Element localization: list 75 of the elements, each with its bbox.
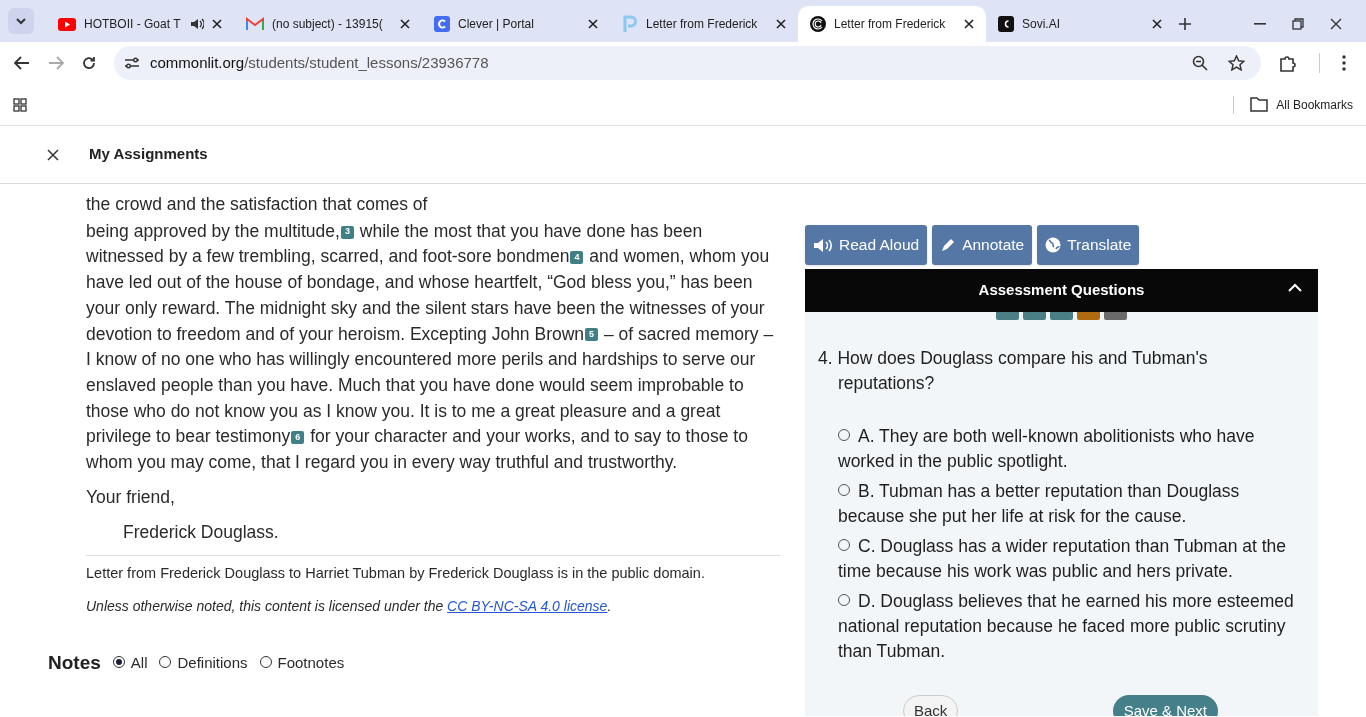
new-tab-icon[interactable] bbox=[1178, 17, 1192, 31]
tool-button[interactable]: Translate bbox=[1037, 225, 1140, 265]
footnote-badge[interactable]: 3 bbox=[340, 225, 354, 239]
footnote-badge[interactable]: 5 bbox=[585, 328, 599, 342]
letter-c-icon bbox=[434, 16, 450, 32]
browser-tab[interactable]: HOTBOII - Goat T bbox=[46, 6, 234, 42]
tab-title: Sovi.AI bbox=[1022, 16, 1061, 33]
passage-paragraph: being approved by the multitude, 3 while the most that you have done has been witnessed by a few trembling, scarred, and foot-sore bondmen 4 and women, whom you have led out of the house of bondage, and whose heartfelt, “God bless you,” has been your only reward. The midnight sky and the silent stars have been the witnesses of your devotion to freedom and of your heroism. Excepting John Brown 5 – of sacred memory – I know of no one who has willingly encountered more perils and hardships to serve our enslaved people than you have. Much that you have done would seem improbable to those who do not know you as I know you. It is to me a great pleasure and a great privilege to bear testimony 6 for your character and your works, and to say to those to whom you may come, that I regard you in every way truthful and trustworthy. bbox=[86, 219, 775, 475]
logo-icon bbox=[998, 16, 1014, 32]
answer-option[interactable]: D. Douglass believes that he earned his more esteemed national reputation because he faced more public scrutiny than Tubman. bbox=[838, 589, 1294, 664]
browser-tab[interactable]: Sovi.AI bbox=[986, 6, 1174, 42]
chevron-down-icon bbox=[16, 17, 26, 25]
close-icon[interactable] bbox=[1152, 19, 1162, 29]
question-text: 4. How does Douglass compare his and Tubman's reputations? bbox=[818, 347, 1209, 395]
letter-p-icon bbox=[622, 15, 638, 33]
url-text: commonlit.org/students/student_lessons/23936778 bbox=[150, 52, 489, 73]
license-text: Unless otherwise noted, this content is licensed under the CC BY-NC-SA 4.0 license. bbox=[86, 596, 613, 616]
folder-icon bbox=[1250, 97, 1269, 112]
apps-icon[interactable] bbox=[13, 97, 27, 112]
close-icon[interactable] bbox=[776, 19, 786, 29]
tool-button[interactable]: Read Aloud bbox=[805, 225, 928, 265]
license-link[interactable]: CC BY-NC-SA 4.0 license bbox=[447, 597, 608, 614]
star-icon[interactable] bbox=[1228, 55, 1245, 71]
footnote-badge[interactable]: 4 bbox=[570, 251, 584, 265]
passage-text: the crowd and the satisfaction that comes of bbox=[86, 193, 429, 216]
page-title: My Assignments bbox=[89, 144, 208, 165]
close-icon[interactable] bbox=[212, 19, 222, 29]
browser-tab[interactable]: Clever | Portal bbox=[422, 6, 610, 42]
tool-button[interactable]: Annotate bbox=[932, 225, 1033, 265]
mail-icon bbox=[246, 17, 264, 31]
browser-tab[interactable]: Letter from Frederick bbox=[610, 6, 798, 42]
close-icon[interactable] bbox=[588, 19, 598, 29]
minimize-icon[interactable] bbox=[1254, 23, 1266, 25]
restore-icon[interactable] bbox=[1292, 18, 1304, 30]
close-icon[interactable] bbox=[964, 19, 974, 29]
tab-title: Clever | Portal bbox=[458, 16, 535, 33]
speaker-icon[interactable] bbox=[190, 18, 204, 30]
zoom-out-icon[interactable] bbox=[1192, 55, 1208, 71]
pen-icon bbox=[940, 237, 957, 253]
footnote-badge[interactable]: 6 bbox=[291, 431, 305, 445]
notes-filter-radio[interactable]: All bbox=[112, 649, 148, 676]
notes-filter-radio[interactable]: Definitions bbox=[159, 649, 248, 676]
site-settings-icon[interactable] bbox=[124, 56, 140, 70]
answer-option[interactable]: A. They are both well-known abolitionists who have worked in the public spotlight. bbox=[838, 424, 1294, 474]
signature-text: Frederick Douglass. bbox=[122, 521, 280, 545]
notes-filter-radio[interactable]: Footnotes bbox=[259, 649, 345, 676]
back-button[interactable]: Back bbox=[903, 695, 959, 716]
save-next-button[interactable]: Save & Next bbox=[1112, 695, 1218, 716]
back-icon[interactable] bbox=[14, 56, 30, 70]
close-icon[interactable] bbox=[1330, 18, 1342, 30]
notes-heading: Notes bbox=[48, 650, 101, 675]
reload-icon[interactable] bbox=[82, 56, 96, 70]
close-icon[interactable] bbox=[400, 19, 410, 29]
close-icon[interactable] bbox=[47, 148, 59, 161]
closing-text: Your friend, bbox=[86, 485, 176, 509]
address-bar[interactable]: commonlit.org/students/student_lessons/23936778 bbox=[114, 46, 1261, 80]
attribution-text: Letter from Frederick Douglass to Harriet Tubman by Frederick Douglass is in the public domain. bbox=[86, 564, 706, 584]
answer-option[interactable]: C. Douglass has a wider reputation than Tubman at the time because his work was public and hers private. bbox=[838, 534, 1294, 584]
spiral-icon bbox=[810, 16, 826, 32]
bookmarks-folder[interactable]: All Bookmarks bbox=[1250, 95, 1353, 114]
speaker-icon bbox=[813, 237, 833, 253]
tab-title: Letter from Frederick bbox=[834, 16, 947, 33]
youtube-icon bbox=[58, 17, 76, 31]
globe-icon bbox=[1045, 237, 1062, 253]
chevron-up-icon[interactable] bbox=[1288, 283, 1302, 292]
puzzle-icon[interactable] bbox=[1279, 54, 1297, 72]
tab-list-button[interactable] bbox=[8, 8, 34, 34]
tab-title: (no subject) - 13915( bbox=[272, 16, 384, 33]
answer-option[interactable]: B. Tubman has a better reputation than Douglass because she put her life at risk for the cause. bbox=[838, 479, 1294, 529]
assessment-header[interactable]: Assessment Questions bbox=[805, 269, 1318, 312]
menu-icon[interactable] bbox=[1342, 55, 1346, 71]
browser-tab[interactable]: Letter from Frederick bbox=[798, 6, 986, 42]
tab-title: HOTBOII - Goat T bbox=[84, 16, 182, 33]
browser-tab[interactable]: (no subject) - 13915( bbox=[234, 6, 422, 42]
tab-title: Letter from Frederick bbox=[646, 16, 759, 33]
